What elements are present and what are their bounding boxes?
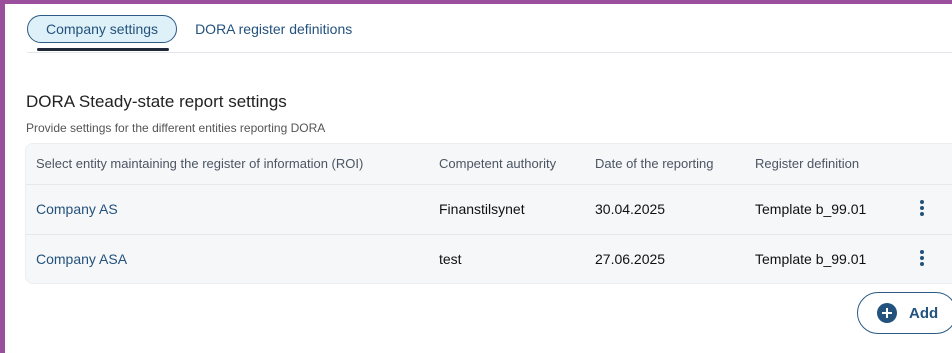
- tab-company-settings[interactable]: Company settings: [27, 15, 178, 43]
- plus-circle-icon: [877, 303, 897, 323]
- window-frame-top: [0, 0, 952, 4]
- entity-link[interactable]: Company AS: [36, 201, 118, 217]
- date-cell: 30.04.2025: [595, 201, 666, 217]
- date-cell: 27.06.2025: [595, 251, 666, 267]
- entities-table: Select entity maintaining the register o…: [25, 143, 952, 284]
- authority-cell: test: [439, 251, 462, 267]
- column-header-authority: Competent authority: [439, 156, 557, 171]
- column-header-definition: Register definition: [755, 156, 860, 171]
- add-button-label: Add: [909, 304, 939, 322]
- tab-bar: Company settings DORA register definitio…: [27, 14, 352, 44]
- definition-cell: Template b_99.01: [755, 201, 867, 217]
- active-tab-indicator: [37, 48, 169, 51]
- kebab-menu-icon[interactable]: [917, 200, 927, 220]
- add-button[interactable]: Add: [857, 292, 952, 334]
- column-header-entity: Select entity maintaining the register o…: [36, 156, 364, 171]
- definition-cell: Template b_99.01: [755, 251, 867, 267]
- table-row: Company ASA test 27.06.2025 Template b_9…: [26, 234, 952, 284]
- kebab-menu-icon[interactable]: [917, 250, 927, 270]
- section-subtitle: Provide settings for the different entit…: [26, 121, 326, 135]
- section-title: DORA Steady-state report settings: [26, 92, 287, 111]
- table-row: Company AS Finanstilsynet 30.04.2025 Tem…: [26, 184, 952, 234]
- authority-cell: Finanstilsynet: [439, 201, 525, 217]
- tabs-divider: [27, 52, 952, 53]
- entity-link[interactable]: Company ASA: [36, 251, 127, 267]
- column-header-date: Date of the reporting: [595, 156, 714, 171]
- table-header: Select entity maintaining the register o…: [26, 144, 952, 184]
- window-frame-left: [0, 0, 5, 353]
- tab-dora-register-definitions[interactable]: DORA register definitions: [195, 21, 352, 37]
